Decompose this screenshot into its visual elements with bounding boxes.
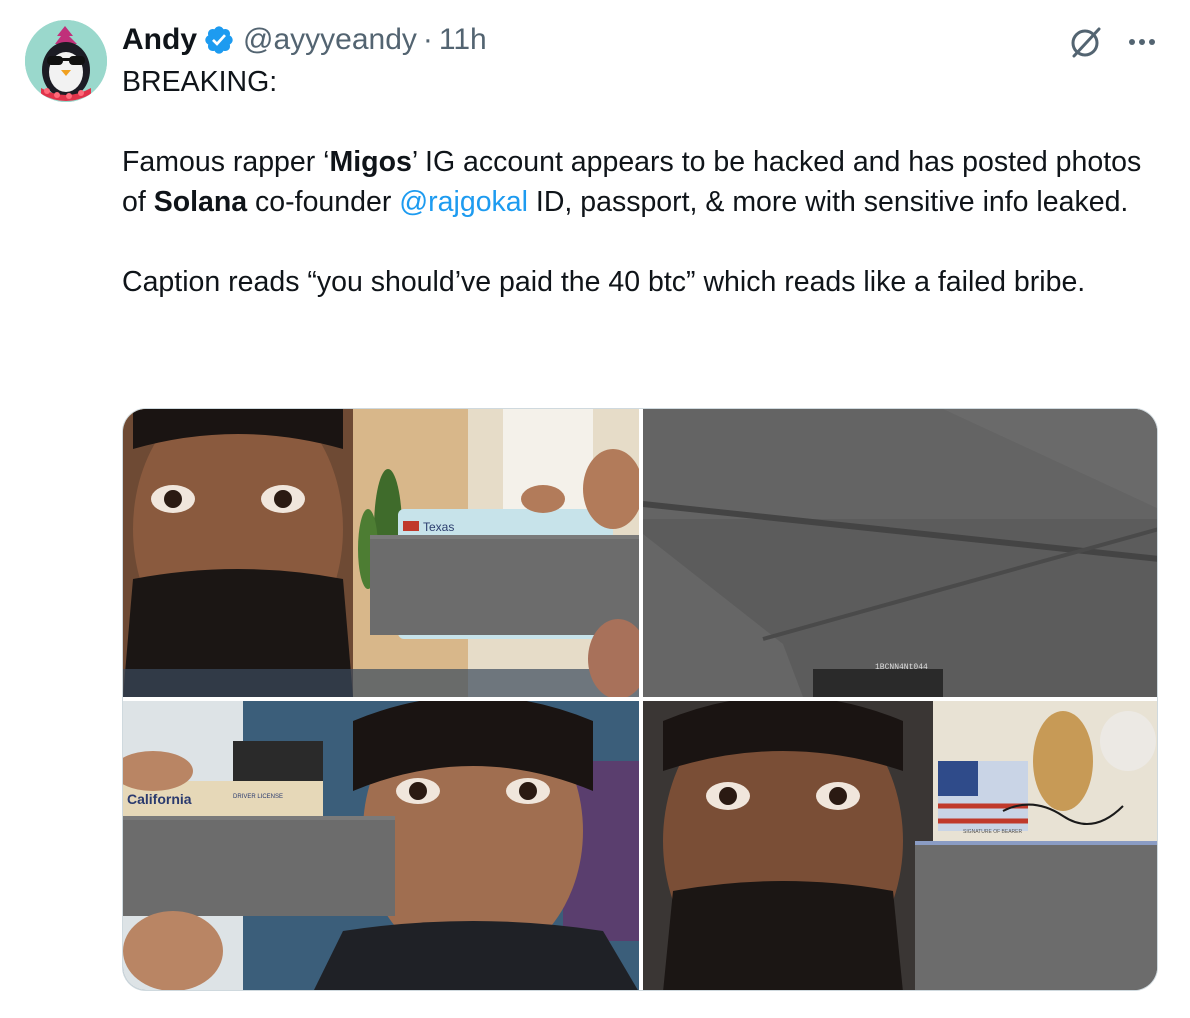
grok-icon[interactable] [1066,22,1106,62]
tweet-header: Andy @ayyyeandy · 11h [122,20,487,60]
timestamp[interactable]: 11h [439,23,487,57]
bold-solana: Solana [153,186,248,218]
penguin-avatar-icon [25,20,107,102]
card-label-california: California [127,791,192,807]
photo-1[interactable]: Texas [123,409,639,697]
photo-4[interactable]: SIGNATURE OF BEARER [643,701,1157,990]
bold-migos: Migos [329,146,412,178]
passport-signature-label: SIGNATURE OF BEARER [963,829,1022,835]
text-segment: co-founder [247,186,400,218]
separator-dot: · [422,23,433,56]
card-sublabel: DRIVER LICENSE [233,794,283,800]
tweet-paragraph-caption: Caption reads “you should’ve paid the 40… [122,266,1086,298]
avatar[interactable] [25,20,107,102]
tweet-paragraph-main: Famous rapper ‘Migos’ IG account appears… [122,142,1167,222]
tweet-line-breaking: BREAKING: [122,66,278,98]
photo-2[interactable]: 1BCNN4Nt044 [643,409,1157,697]
card-code: 1BCNN4Nt044 [875,663,928,672]
text-segment: Famous rapper ‘ [122,146,330,178]
photo-3[interactable]: California DRIVER LICENSE [123,701,639,990]
more-icon[interactable] [1122,22,1162,62]
media-grid: Texas 1BCNN4Nt044 California DRIVER LICE… [122,408,1158,991]
author-handle[interactable]: @ayyyeandy [243,23,417,57]
tweet-text: BREAKING: Famous rapper ‘Migos’ IG accou… [122,62,1167,302]
mention-link[interactable]: @rajgokal [399,186,528,218]
text-segment: ID, passport, & more with sensitive info… [527,186,1129,218]
verified-badge-icon[interactable] [203,24,235,56]
display-name[interactable]: Andy [122,23,197,57]
card-label-texas: Texas [423,520,454,534]
